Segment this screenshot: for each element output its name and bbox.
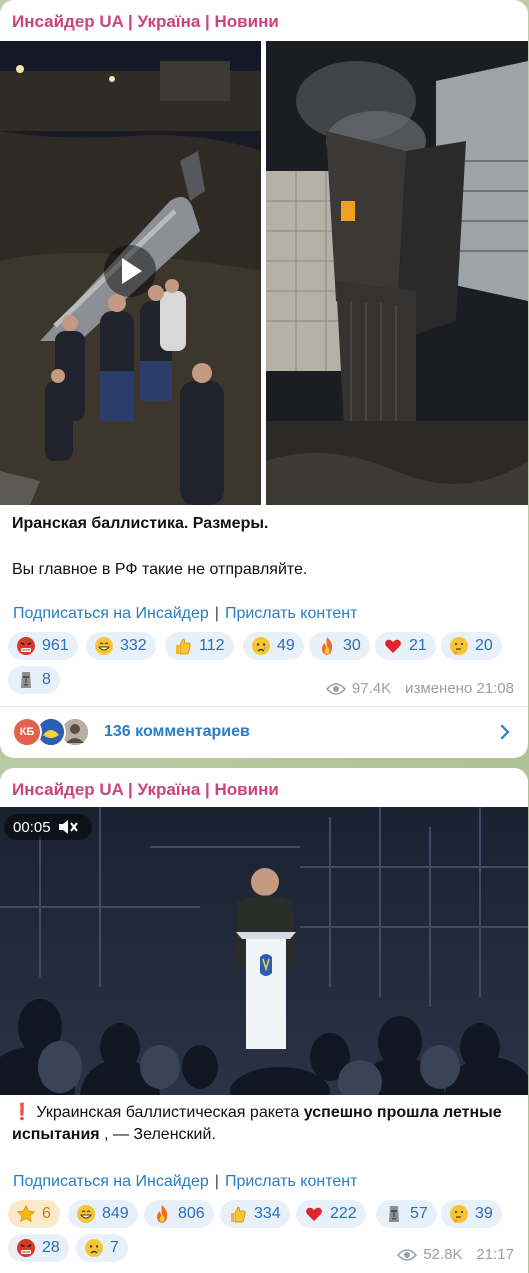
grinning-face-icon	[94, 636, 114, 656]
reaction-count: 112	[199, 637, 225, 654]
reaction-count: 21	[409, 637, 427, 654]
reaction-think[interactable]: 39	[441, 1200, 502, 1228]
grinning-face-icon	[76, 1204, 96, 1224]
thinking-face-icon	[449, 636, 469, 656]
reaction-count: 49	[277, 637, 295, 654]
channel-post: Инсайдер UA | Україна | Новини	[0, 768, 528, 1273]
link-separator: |	[214, 1173, 219, 1190]
crying-face-icon	[251, 636, 271, 656]
reaction-count: 222	[330, 1205, 357, 1222]
video-thumbnail[interactable]	[0, 41, 261, 505]
post-meta: 97.4K изменено 21:08	[325, 680, 514, 697]
reaction-count: 7	[110, 1239, 119, 1256]
fire-icon	[322, 637, 333, 655]
crying-face-icon	[84, 1238, 104, 1258]
comments-bar[interactable]: КБ 136 комментариев	[0, 706, 528, 758]
reaction-cry[interactable]: 49	[243, 632, 304, 660]
post-links: Подписаться на Инсайдер | Прислать контент	[13, 1173, 357, 1191]
post-body: ❗ Украинская баллистическая ракета успеш…	[12, 1102, 516, 1146]
reaction-cry[interactable]: 7	[76, 1234, 128, 1262]
video-player[interactable]: 00:05	[0, 807, 528, 1095]
reaction-count: 334	[254, 1205, 281, 1222]
subscribe-link[interactable]: Подписаться на Инсайдер	[13, 1173, 209, 1190]
muted-speaker-icon[interactable]	[57, 818, 79, 836]
reaction-think[interactable]: 20	[441, 632, 502, 660]
moai-icon	[20, 671, 32, 689]
reaction-count: 20	[475, 637, 493, 654]
reaction-count: 8	[42, 671, 51, 688]
star-icon	[17, 1205, 35, 1222]
reaction-count: 39	[475, 1205, 493, 1222]
channel-name[interactable]: Инсайдер UA | Україна | Новини	[12, 12, 279, 32]
post-timestamp: 21:17	[476, 1246, 514, 1263]
moai-icon	[388, 1205, 400, 1223]
reaction-moai[interactable]: 8	[8, 666, 60, 694]
video-duration-badge: 00:05	[4, 814, 92, 840]
eye-icon	[397, 1248, 418, 1261]
reaction-thumbs-up[interactable]: 112	[165, 632, 234, 660]
post-text-tail: , — Зеленский.	[99, 1126, 216, 1143]
reaction-count: 961	[42, 637, 69, 654]
video-duration: 00:05	[13, 818, 51, 836]
fire-icon	[157, 1205, 168, 1223]
post-body: Вы главное в РФ такие не отправляйте.	[12, 561, 308, 578]
reaction-angry[interactable]: 28	[8, 1234, 69, 1262]
post-title: Иранская баллистика. Размеры.	[12, 515, 269, 532]
view-count: 97.4K	[351, 680, 392, 697]
angry-face-icon	[16, 636, 36, 656]
reaction-count: 57	[410, 1205, 428, 1222]
reaction-angry[interactable]: 961	[8, 632, 78, 660]
reaction-count: 6	[42, 1205, 51, 1222]
view-count: 52.8K	[423, 1246, 463, 1263]
photo-thumbnail[interactable]	[266, 41, 528, 505]
reaction-count: 332	[120, 637, 147, 654]
heart-icon	[385, 639, 401, 653]
reaction-star[interactable]: 6	[8, 1200, 60, 1228]
edited-timestamp: изменено 21:08	[405, 680, 514, 697]
post-links: Подписаться на Инсайдер | Прислать контент	[13, 605, 357, 623]
speech-stage-image	[0, 807, 528, 1095]
thumbs-up-icon	[230, 1206, 246, 1223]
send-content-link[interactable]: Прислать контент	[225, 1173, 357, 1190]
reaction-thumbs-up[interactable]: 334	[220, 1200, 290, 1228]
angry-face-icon	[16, 1238, 36, 1258]
reaction-count: 28	[42, 1239, 60, 1256]
reaction-grin[interactable]: 332	[86, 632, 156, 660]
reaction-fire[interactable]: 30	[309, 632, 370, 660]
thinking-face-icon	[449, 1204, 469, 1224]
eye-icon	[325, 682, 346, 695]
reaction-heart[interactable]: 222	[296, 1200, 366, 1228]
channel-name[interactable]: Инсайдер UA | Україна | Новини	[12, 780, 279, 800]
post-text-lead: Украинская баллистическая ракета	[36, 1104, 304, 1121]
missile-wreck-image	[266, 41, 528, 505]
chevron-right-icon	[500, 724, 510, 740]
reaction-grin[interactable]: 849	[68, 1200, 138, 1228]
thumbs-up-icon	[175, 638, 191, 655]
comments-count: 136 комментариев	[104, 723, 250, 740]
post-meta: 52.8K 21:17	[397, 1246, 514, 1263]
reaction-count: 849	[102, 1205, 129, 1222]
reaction-heart[interactable]: 21	[375, 632, 436, 660]
reaction-moai[interactable]: 57	[376, 1200, 437, 1228]
reaction-count: 30	[343, 637, 361, 654]
avatar: КБ	[12, 717, 42, 747]
heart-icon	[306, 1207, 322, 1221]
exclamation-icon: ❗	[12, 1104, 32, 1121]
link-separator: |	[214, 605, 219, 622]
send-content-link[interactable]: Прислать контент	[225, 605, 357, 622]
reaction-fire[interactable]: 806	[144, 1200, 214, 1228]
reaction-count: 806	[178, 1205, 205, 1222]
subscribe-link[interactable]: Подписаться на Инсайдер	[13, 605, 209, 622]
channel-post: Инсайдер UA | Україна | Новини	[0, 0, 528, 758]
night-scene-image	[0, 41, 261, 505]
